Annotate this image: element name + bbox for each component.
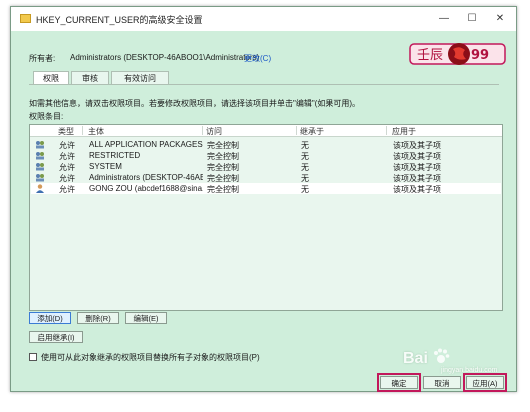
table-row[interactable]: 允许 ALL APPLICATION PACKAGES 完全控制 无 该项及其子… xyxy=(31,139,501,150)
cell-type: 允许 xyxy=(59,185,75,194)
cell-principal: Administrators (DESKTOP-46AB... xyxy=(89,173,203,182)
table-row[interactable]: 允许 SYSTEM 完全控制 无 该项及其子项 xyxy=(31,161,501,172)
tab-auditing[interactable]: 审核 xyxy=(71,71,109,84)
cell-principal: RESTRICTED xyxy=(89,151,141,160)
enable-inheritance-button[interactable]: 启用继承(I) xyxy=(29,331,83,343)
table-row[interactable]: 允许 RESTRICTED 完全控制 无 该项及其子项 xyxy=(31,150,501,161)
cell-principal: ALL APPLICATION PACKAGES xyxy=(89,140,203,149)
info-text: 如需其他信息，请双击权限项目。若要修改权限项目，请选择该项目并单击"编辑"(如果… xyxy=(29,99,361,108)
column-header-type[interactable]: 类型 xyxy=(58,126,74,137)
owner-value: Administrators (DESKTOP-46ABOO1\Administ… xyxy=(70,53,260,62)
cell-principal: GONG ZOU (abcdef1688@sina.c... xyxy=(89,184,203,193)
logo-text: 壬辰 xyxy=(417,48,443,63)
cell-access: 完全控制 xyxy=(207,185,239,194)
entries-label: 权限条目: xyxy=(29,112,64,121)
minimize-button[interactable]: — xyxy=(431,10,457,28)
edit-button[interactable]: 编辑(E) xyxy=(125,312,167,324)
column-header-access[interactable]: 访问 xyxy=(206,126,222,137)
replace-child-permissions-checkbox[interactable] xyxy=(29,353,37,361)
cell-principal: SYSTEM xyxy=(89,162,122,171)
cancel-button[interactable]: 取消 xyxy=(423,376,461,389)
remove-button[interactable]: 删除(R) xyxy=(77,312,119,324)
tab-effective-access[interactable]: 有效访问 xyxy=(111,71,169,84)
add-button[interactable]: 添加(D) xyxy=(29,312,71,324)
window-title: HKEY_CURRENT_USER的高级安全设置 xyxy=(36,15,203,25)
column-header-applies[interactable]: 应用于 xyxy=(392,126,416,137)
tab-divider xyxy=(29,84,499,85)
logo-stamp: 壬辰 99 xyxy=(409,41,506,67)
table-row[interactable]: 允许 Administrators (DESKTOP-46AB... 完全控制 … xyxy=(31,172,501,183)
list-header: 类型 主体 访问 继承于 应用于 xyxy=(30,125,502,137)
column-header-inherited[interactable]: 继承于 xyxy=(300,126,324,137)
watermark-text: Bai xyxy=(403,350,428,367)
tab-permissions[interactable]: 权限 xyxy=(33,71,69,85)
replace-child-permissions-label: 使用可从此对象继承的权限项目替换所有子对象的权限项目(P) xyxy=(41,353,260,362)
maximize-button[interactable]: ☐ xyxy=(459,10,485,28)
apply-highlight-box xyxy=(463,373,507,392)
owner-label: 所有者: xyxy=(29,54,56,63)
folder-icon xyxy=(20,14,31,23)
group-icon xyxy=(36,163,44,171)
close-button[interactable]: ✕ xyxy=(487,10,513,28)
permission-entries-list[interactable]: 类型 主体 访问 继承于 应用于 允许 ALL APPLICATION PACK… xyxy=(29,124,503,311)
security-dialog: HKEY_CURRENT_USER的高级安全设置 — ☐ ✕ 所有者: Admi… xyxy=(10,6,517,392)
ok-highlight-box xyxy=(377,373,421,392)
group-icon xyxy=(36,174,44,182)
group-icon xyxy=(36,141,44,149)
column-header-principal[interactable]: 主体 xyxy=(88,126,104,137)
user-icon xyxy=(36,184,44,193)
cell-applies: 该项及其子项 xyxy=(393,185,441,194)
cell-inherited: 无 xyxy=(301,185,309,194)
table-row-selected[interactable]: 允许 GONG ZOU (abcdef1688@sina.c... 完全控制 无… xyxy=(31,183,501,194)
change-owner-link[interactable]: 更改(C) xyxy=(244,53,271,64)
title-bar: HKEY_CURRENT_USER的高级安全设置 — ☐ ✕ xyxy=(11,7,516,31)
paw-icon xyxy=(434,348,450,363)
logo-number: 99 xyxy=(471,48,489,63)
group-icon xyxy=(36,152,44,160)
